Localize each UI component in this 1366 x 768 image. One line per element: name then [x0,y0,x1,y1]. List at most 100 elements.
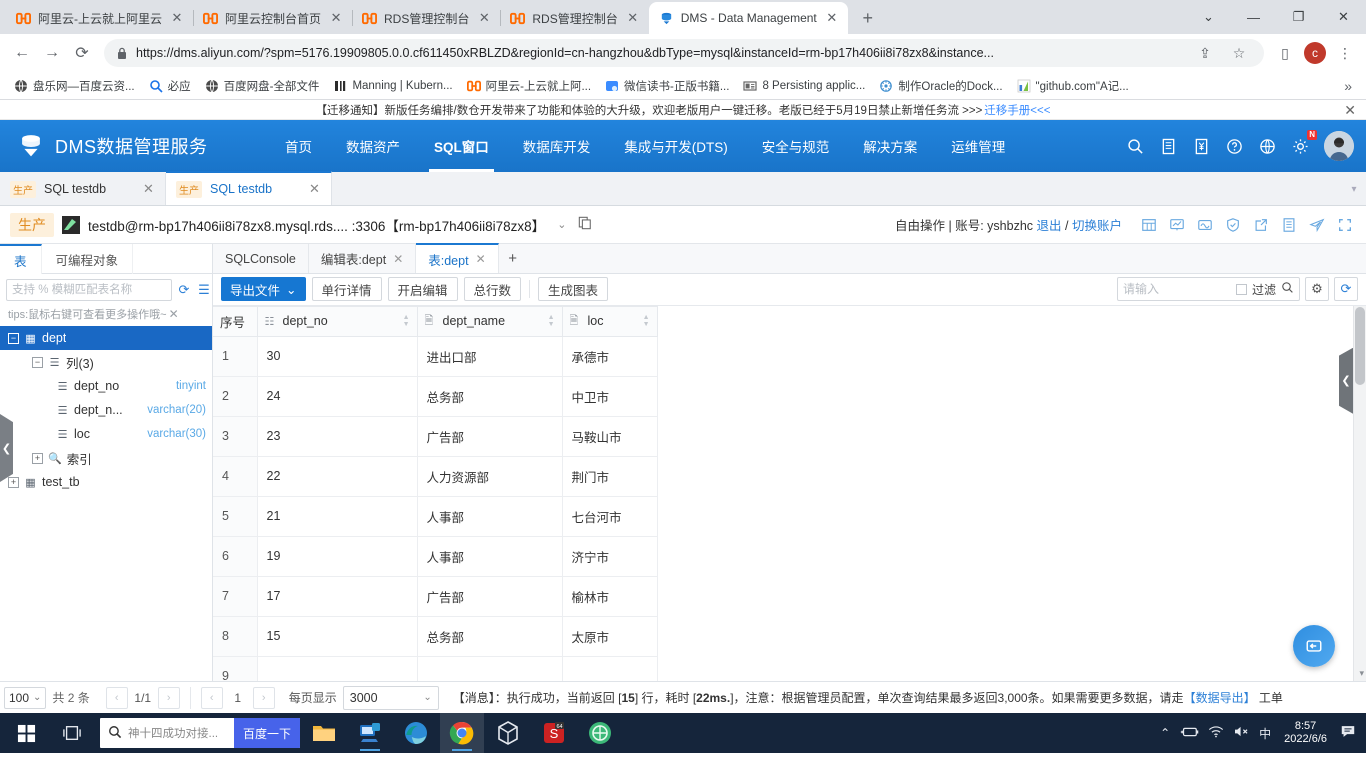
sort-toggle-icon[interactable]: ▲ ▼ [548,314,555,328]
cell-dept-name[interactable] [417,656,563,681]
address-bar[interactable]: https://dms.aliyun.com/?spm=5176.1990980… [104,39,1264,67]
taskbar-search-box[interactable]: 神十四成功对接... 百度一下 [100,718,300,748]
close-icon[interactable]: ✕ [143,181,155,197]
remote-desktop-icon[interactable] [348,713,392,753]
cell-dept-name[interactable]: 人力资源部 [417,456,563,497]
chrome-icon[interactable] [440,713,484,753]
expand-toggle[interactable]: + [8,476,19,488]
language-icon[interactable] [1252,131,1282,161]
column-header-index[interactable]: 序号 [213,305,258,337]
tree-node-dept[interactable]: − ▦ dept [0,326,212,350]
send-icon[interactable] [1304,212,1330,238]
cell-loc[interactable]: 荆门市 [562,456,658,497]
cell-loc[interactable]: 济宁市 [562,536,658,577]
close-icon[interactable]: ✕ [1344,100,1356,120]
bookmark-item[interactable]: 制作Oracle的Dock... [873,76,1008,96]
data-export-link[interactable]: 【数据导出】 [1184,691,1256,705]
side-panel-icon[interactable]: ▯ [1272,40,1298,66]
table-row[interactable]: 1 30 进出口部 承德市 [213,336,658,377]
edge-icon[interactable] [394,713,438,753]
copy-icon[interactable] [578,216,592,233]
notice-link[interactable]: 迁移手册<<< [984,102,1050,118]
expand-toggle[interactable]: + [32,452,43,464]
browser-menu-icon[interactable]: ⋮ [1332,40,1358,66]
column-header-dept-no[interactable]: ☷ dept_no ▲ ▼ [257,305,418,337]
cell-dept-no[interactable]: 30 [257,336,418,377]
tree-node-loc[interactable]: ☰ loc varchar(30) [0,422,212,446]
cell-dept-name[interactable]: 总务部 [417,376,563,417]
feedback-icon[interactable] [1293,625,1335,667]
export-file-button[interactable]: 导出文件 ⌄ [221,277,306,302]
scroll-down-icon[interactable]: ▾ [1359,668,1364,679]
table-row[interactable]: 8 15 总务部 太原市 [213,616,658,657]
browser-tab-active[interactable]: DMS - Data Management ✕ [648,2,848,34]
bookmark-item[interactable]: Manning | Kubern... [327,77,458,95]
close-icon[interactable]: ✕ [169,307,179,321]
sort-toggle-icon[interactable]: ▲ ▼ [643,314,650,328]
cell-loc[interactable] [562,656,658,681]
sort-toggle-icon[interactable]: ▲ ▼ [403,314,410,328]
tree-node-dept-name[interactable]: ☰ dept_n... varchar(20) [0,398,212,422]
cell-dept-name[interactable]: 广告部 [417,576,563,617]
log-icon[interactable] [1276,212,1302,238]
pdf-reader-icon[interactable]: S 64 [532,713,576,753]
bookmark-item[interactable]: 阿里云-上云就上阿... [461,76,597,96]
bookmark-item[interactable]: 百度网盘-全部文件 [199,76,326,96]
grid-settings-icon[interactable]: ⚙ [1305,277,1329,302]
close-icon[interactable]: ✕ [169,10,185,26]
tree-node-dept-no[interactable]: ☰ dept_no tinyint [0,374,212,398]
tab-edit-table-dept[interactable]: 编辑表:dept ✕ [308,244,417,273]
close-icon[interactable]: ✕ [393,252,403,266]
start-edit-button[interactable]: 开启编辑 [387,277,458,302]
cell-loc[interactable]: 太原市 [562,616,658,657]
collapse-right-panel-handle[interactable]: ❮ [1339,347,1353,414]
cell-dept-no[interactable]: 22 [257,456,418,497]
nav-item-solutions[interactable]: 解决方案 [846,120,934,172]
profile-avatar[interactable]: c [1304,42,1326,64]
refresh-icon[interactable]: ⟳ [176,282,192,298]
cell-loc[interactable]: 榆林市 [562,576,658,617]
cell-dept-no[interactable]: 23 [257,416,418,457]
session-tab[interactable]: 生产 SQL testdb ✕ [0,173,166,205]
per-page-select[interactable]: 3000 ⌄ [342,685,439,710]
share-icon[interactable]: ⇪ [1192,40,1218,66]
task-view-icon[interactable] [50,713,94,753]
settings-gear-icon[interactable]: N [1285,130,1317,161]
tab-table-dept[interactable]: 表:dept ✕ [416,243,499,273]
next-page-button-2[interactable]: › [252,686,275,709]
table-row[interactable]: 5 21 人事部 七台河市 [213,496,658,537]
forward-icon[interactable]: → [38,39,66,67]
tab-tables[interactable]: 表 [0,244,42,274]
brand[interactable]: DMS数据管理服务 [0,131,268,161]
browser-tab[interactable]: RDS管理控制台 ✕ [500,2,651,34]
close-icon[interactable]: ✕ [476,252,486,266]
table-row[interactable]: 7 17 广告部 榆林市 [213,576,658,617]
cell-dept-name[interactable]: 进出口部 [417,336,563,377]
notification-icon[interactable] [1340,724,1356,742]
browser-tab[interactable]: 阿里云控制台首页 ✕ [193,2,354,34]
table-row[interactable]: 2 24 总务部 中卫市 [213,376,658,417]
bookmark-item[interactable]: 微信读书-正版书籍... [599,76,735,96]
cell-dept-name[interactable]: 人事部 [417,496,563,537]
browser-tab[interactable]: 阿里云-上云就上阿里云 ✕ [6,2,194,34]
table-row[interactable]: 6 19 人事部 济宁市 [213,536,658,577]
collapse-toggle[interactable]: − [32,356,43,368]
add-result-tab-button[interactable]: + [499,244,527,273]
user-avatar[interactable] [1324,131,1354,161]
cell-dept-no[interactable]: 24 [257,376,418,417]
list-menu-icon[interactable]: ☰ [196,282,212,298]
close-icon[interactable]: ✕ [625,10,641,26]
baidu-search-button[interactable]: 百度一下 [233,718,300,748]
table-row[interactable]: 4 22 人力资源部 荆门市 [213,456,658,497]
tree-node-indexes[interactable]: + 🔍 索引 [0,446,212,470]
wifi-icon[interactable] [1208,725,1224,741]
file-explorer-icon[interactable] [302,713,346,753]
cell-loc[interactable]: 中卫市 [562,376,658,417]
column-header-loc[interactable]: 🗎 loc ▲ ▼ [562,305,658,337]
help-icon[interactable] [1219,131,1249,161]
scrollbar-thumb[interactable] [1355,306,1365,385]
close-window-button[interactable]: ✕ [1321,0,1366,34]
tree-node-columns[interactable]: − ☰ 列(3) [0,350,212,374]
cell-dept-no[interactable]: 19 [257,536,418,577]
cell-loc[interactable]: 马鞍山市 [562,416,658,457]
